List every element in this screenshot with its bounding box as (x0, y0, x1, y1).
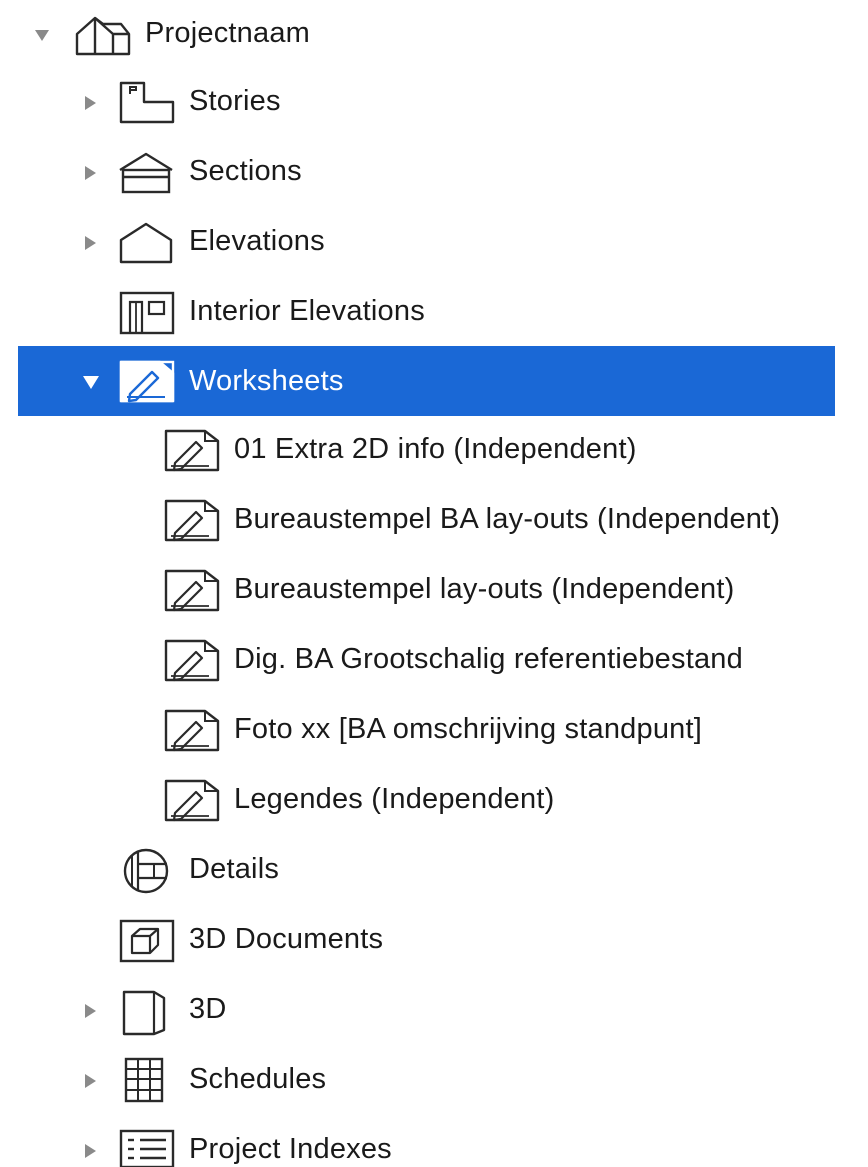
tree-item-stories[interactable]: Stories (0, 68, 835, 138)
details-icon (116, 846, 169, 894)
worksheet-item[interactable]: Bureaustempel BA lay-outs (Independent) (0, 486, 835, 556)
tree-item-label: Project Indexes (189, 1133, 392, 1165)
tree-item-project-indexes[interactable]: Project Indexes (0, 1116, 835, 1167)
elevations-icon (116, 220, 173, 264)
interior-elevations-icon (118, 290, 175, 335)
tree-item-details[interactable]: Details (0, 836, 835, 906)
stories-icon (118, 80, 175, 124)
disclosure-collapsed-icon[interactable] (82, 95, 98, 111)
worksheet-icon (163, 428, 220, 472)
worksheet-item[interactable]: 01 Extra 2D info (Independent) (0, 416, 835, 486)
tree-item-elevations[interactable]: Elevations (0, 208, 835, 278)
tree-item-label: Interior Elevations (189, 295, 425, 327)
tree-item-label: 3D Documents (189, 923, 384, 955)
worksheet-item[interactable]: Legendes (Independent) (0, 766, 835, 836)
worksheet-icon (163, 568, 220, 612)
worksheet-item[interactable]: Foto xx [BA omschrijving standpunt] (0, 696, 835, 766)
tree-item-label: Stories (189, 85, 281, 117)
tree-item-label: Bureaustempel lay-outs (Independent) (234, 573, 735, 605)
disclosure-expanded-icon[interactable] (82, 374, 99, 390)
worksheet-icon (163, 708, 220, 752)
tree-item-sections[interactable]: Sections (0, 138, 835, 208)
disclosure-collapsed-icon[interactable] (82, 1143, 98, 1159)
worksheet-icon (163, 498, 220, 542)
tree-item-label: Details (189, 853, 280, 885)
worksheet-item[interactable]: Bureaustempel lay-outs (Independent) (0, 556, 835, 626)
tree-item-label: Worksheets (189, 365, 344, 397)
tree-item-interior-elevations[interactable]: Interior Elevations (0, 278, 835, 348)
tree-item-label: Schedules (189, 1063, 327, 1095)
tree-item-label: Elevations (189, 225, 325, 257)
project-house-icon (73, 12, 131, 56)
schedules-icon (122, 1056, 174, 1103)
tree-item-label: Projectnaam (145, 17, 310, 49)
worksheet-icon (163, 778, 220, 822)
tree-item-label: Foto xx [BA omschrijving standpunt] (234, 713, 702, 745)
tree-item-label: 3D (189, 993, 227, 1025)
tree-item-label: Sections (189, 155, 302, 187)
tree-item-3d-documents[interactable]: 3D Documents (0, 906, 835, 976)
disclosure-collapsed-icon[interactable] (82, 165, 98, 181)
disclosure-collapsed-icon[interactable] (82, 1003, 98, 1019)
tree-item-3d[interactable]: 3D (0, 976, 835, 1046)
navigator-tree: Projectnaam Stories Sections Elevations … (0, 0, 835, 1167)
sections-icon (116, 150, 173, 194)
worksheet-icon (118, 359, 175, 403)
disclosure-collapsed-icon[interactable] (82, 235, 98, 251)
tree-item-schedules[interactable]: Schedules (0, 1046, 835, 1116)
tree-item-label: 01 Extra 2D info (Independent) (234, 433, 637, 465)
tree-item-label: Legendes (Independent) (234, 783, 555, 815)
worksheet-item[interactable]: Dig. BA Grootschalig referentiebestand (0, 626, 835, 696)
disclosure-collapsed-icon[interactable] (82, 1073, 98, 1089)
3d-icon (120, 986, 172, 1036)
tree-item-label: Dig. BA Grootschalig referentiebestand (234, 643, 743, 675)
tree-item-label: Bureaustempel BA lay-outs (Independent) (234, 503, 781, 535)
3d-documents-icon (118, 918, 175, 963)
tree-item-worksheets[interactable]: Worksheets (0, 346, 835, 416)
worksheet-icon (163, 638, 220, 682)
disclosure-expanded-icon[interactable] (34, 27, 50, 43)
tree-item-projectnaam[interactable]: Projectnaam (0, 0, 835, 70)
project-indexes-icon (118, 1128, 175, 1167)
